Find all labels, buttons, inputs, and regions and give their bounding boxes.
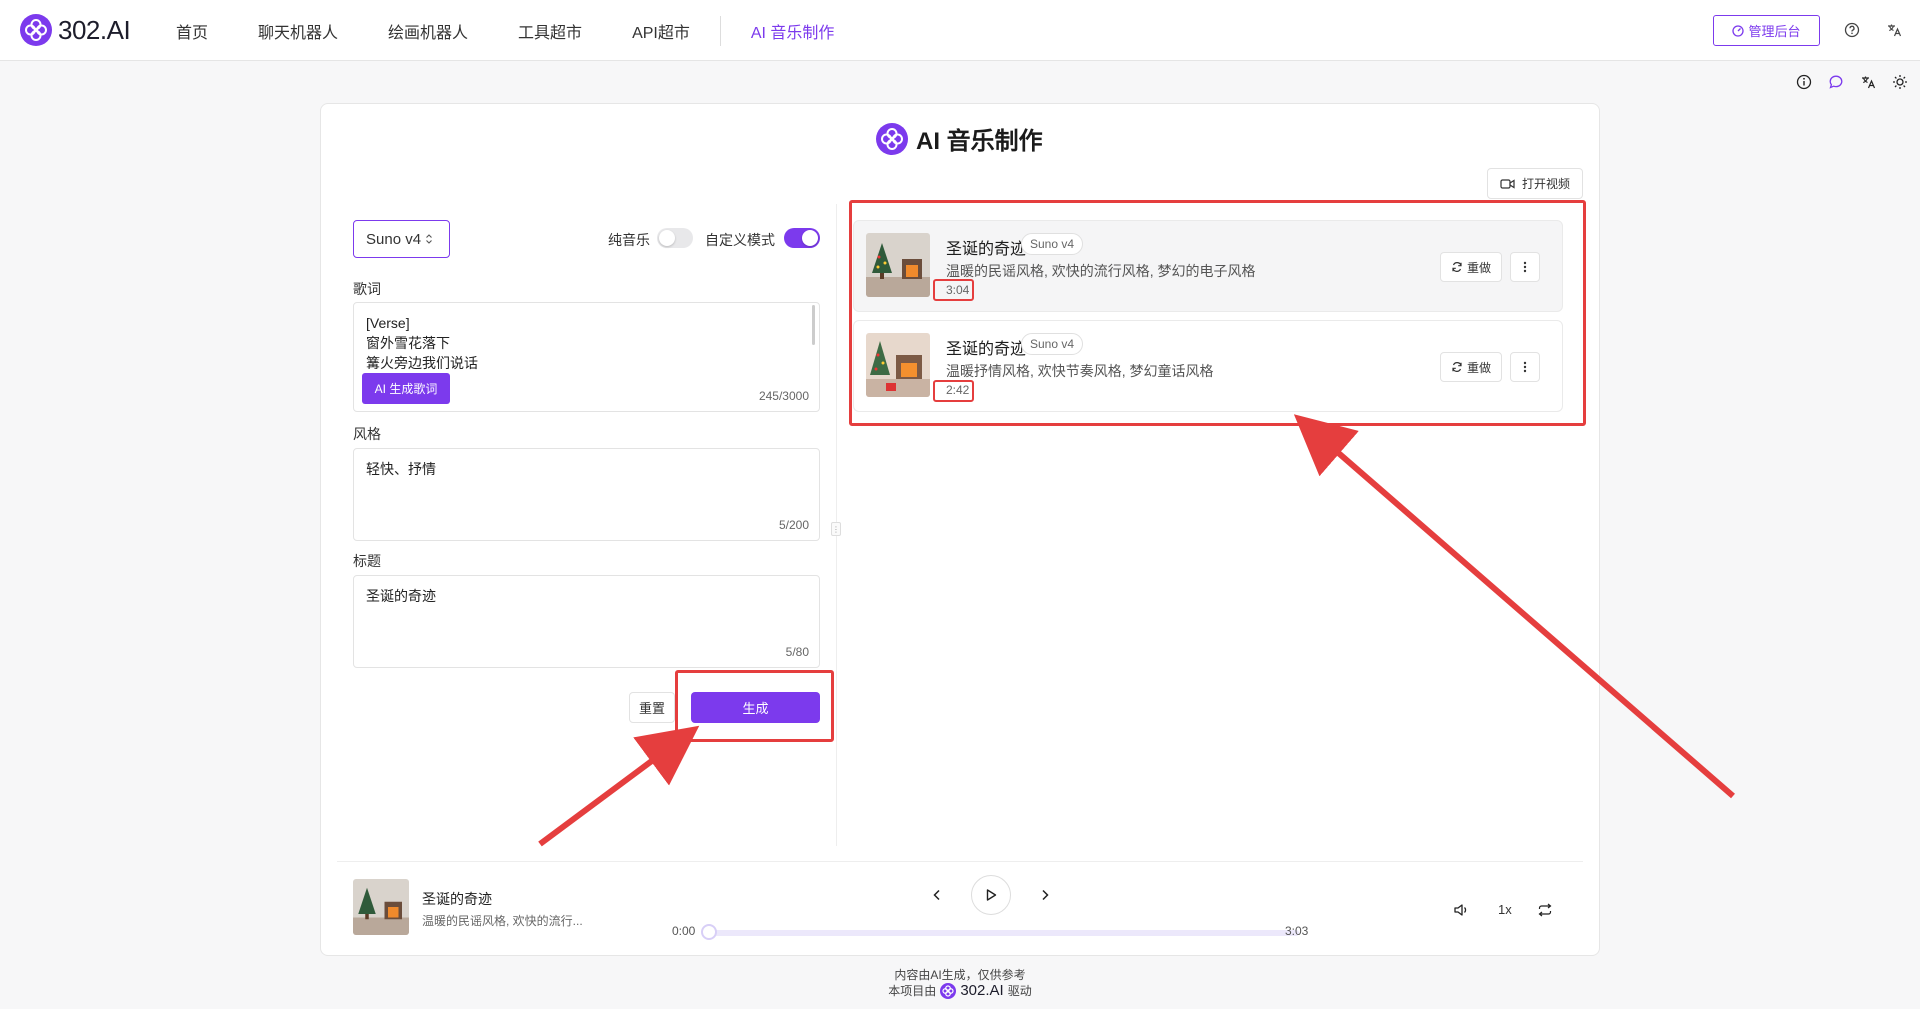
annotation-arrows: [538, 414, 1735, 847]
arrow-to-results: [1293, 414, 1735, 799]
arrow-to-generate: [538, 725, 700, 847]
